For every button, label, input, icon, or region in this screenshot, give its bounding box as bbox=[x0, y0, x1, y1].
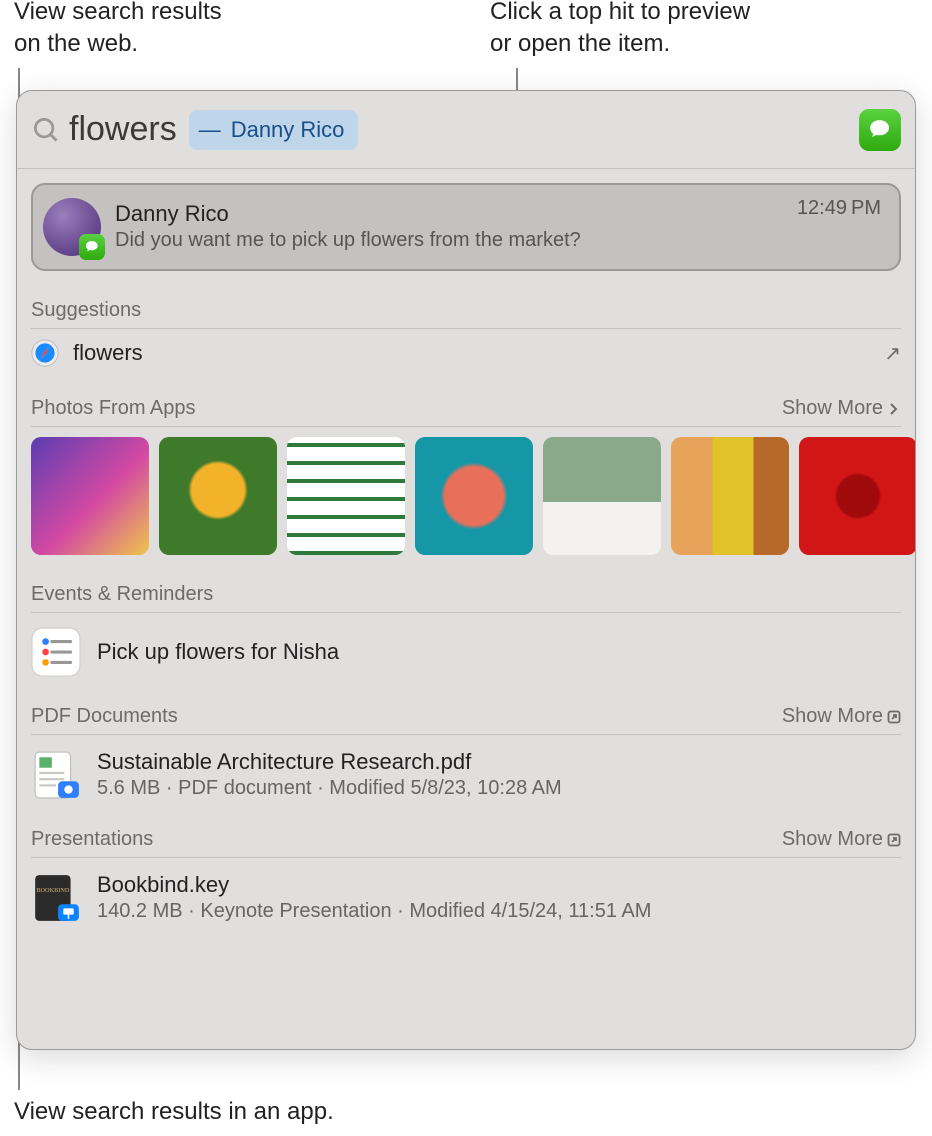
completion-name: Danny Rico bbox=[231, 117, 345, 143]
suggestion-text: flowers bbox=[73, 340, 884, 366]
file-meta: 5.6 MB · PDF document · Modified 5/8/23,… bbox=[97, 777, 562, 800]
show-more-presentations[interactable]: Show More bbox=[782, 828, 901, 851]
pdf-file-icon bbox=[31, 750, 81, 800]
file-text: Sustainable Architecture Research.pdf 5.… bbox=[97, 749, 562, 800]
file-title: Sustainable Architecture Research.pdf bbox=[97, 749, 562, 775]
photo-thumb[interactable] bbox=[543, 437, 661, 555]
speech-bubble-icon bbox=[84, 239, 100, 255]
avatar bbox=[43, 198, 101, 256]
spotlight-window: flowers — Danny Rico Danny Rico Did you … bbox=[16, 90, 916, 1050]
svg-text:BOOKBIND: BOOKBIND bbox=[36, 886, 69, 893]
search-completion-badge[interactable]: — Danny Rico bbox=[189, 110, 359, 150]
search-icon bbox=[31, 115, 61, 145]
open-external-icon: ↗ bbox=[884, 341, 901, 366]
event-row[interactable]: Pick up flowers for Nisha bbox=[31, 613, 901, 677]
top-hit-row[interactable]: Danny Rico Did you want me to pick up fl… bbox=[31, 183, 901, 271]
section-header-presentations: Presentations Show More bbox=[31, 828, 901, 858]
photo-thumb[interactable] bbox=[287, 437, 405, 555]
section-title: PDF Documents bbox=[31, 705, 178, 728]
keynote-file-icon: BOOKBIND bbox=[31, 873, 81, 923]
section-header-suggestions: Suggestions bbox=[31, 299, 901, 329]
reminders-icon bbox=[31, 627, 81, 677]
top-hit-preview: Did you want me to pick up flowers from … bbox=[115, 228, 797, 253]
section-header-photos: Photos From Apps Show More bbox=[31, 397, 901, 427]
section-header-pdf: PDF Documents Show More bbox=[31, 705, 901, 735]
pdf-file-row[interactable]: Sustainable Architecture Research.pdf 5.… bbox=[31, 735, 901, 800]
top-hit-text: Danny Rico Did you want me to pick up fl… bbox=[115, 201, 797, 252]
top-hit-title: Danny Rico bbox=[115, 201, 797, 227]
callout-web-search: View search results on the web. bbox=[14, 0, 314, 61]
photo-strip bbox=[31, 437, 901, 555]
suggestion-row[interactable]: flowers ↗ bbox=[31, 329, 901, 369]
keynote-file-row[interactable]: BOOKBIND Bookbind.key 140.2 MB · Keynote… bbox=[31, 858, 901, 923]
section-header-events: Events & Reminders bbox=[31, 583, 901, 613]
file-title: Bookbind.key bbox=[97, 872, 651, 898]
photo-thumb[interactable] bbox=[671, 437, 789, 555]
file-text: Bookbind.key 140.2 MB · Keynote Presenta… bbox=[97, 872, 651, 923]
chevron-right-icon bbox=[887, 402, 901, 416]
top-hit-time: 12:49 PM bbox=[797, 197, 881, 220]
show-more-label: Show More bbox=[782, 705, 883, 728]
speech-bubble-icon bbox=[867, 117, 892, 142]
results-pane: Danny Rico Did you want me to pick up fl… bbox=[17, 169, 915, 1049]
photo-thumb[interactable] bbox=[31, 437, 149, 555]
section-title: Events & Reminders bbox=[31, 583, 213, 606]
photo-thumb[interactable] bbox=[159, 437, 277, 555]
section-title: Suggestions bbox=[31, 299, 141, 322]
search-query: flowers bbox=[69, 110, 177, 149]
messages-badge-icon bbox=[79, 234, 105, 260]
search-bar[interactable]: flowers — Danny Rico bbox=[17, 91, 915, 169]
event-text: Pick up flowers for Nisha bbox=[97, 639, 339, 665]
file-meta: 140.2 MB · Keynote Presentation · Modifi… bbox=[97, 900, 651, 923]
callout-app-results: View search results in an app. bbox=[14, 1096, 514, 1128]
open-external-icon bbox=[887, 710, 901, 724]
open-external-icon bbox=[887, 833, 901, 847]
show-more-photos[interactable]: Show More bbox=[782, 397, 901, 420]
photo-thumb[interactable] bbox=[799, 437, 915, 555]
show-more-label: Show More bbox=[782, 397, 883, 420]
show-more-label: Show More bbox=[782, 828, 883, 851]
show-more-pdf[interactable]: Show More bbox=[782, 705, 901, 728]
messages-app-icon[interactable] bbox=[859, 109, 901, 151]
photo-thumb[interactable] bbox=[415, 437, 533, 555]
callout-top-hit: Click a top hit to preview or open the i… bbox=[490, 0, 850, 61]
section-title: Presentations bbox=[31, 828, 153, 851]
safari-icon bbox=[31, 339, 59, 367]
section-title: Photos From Apps bbox=[31, 397, 196, 420]
completion-dash: — bbox=[199, 117, 221, 143]
